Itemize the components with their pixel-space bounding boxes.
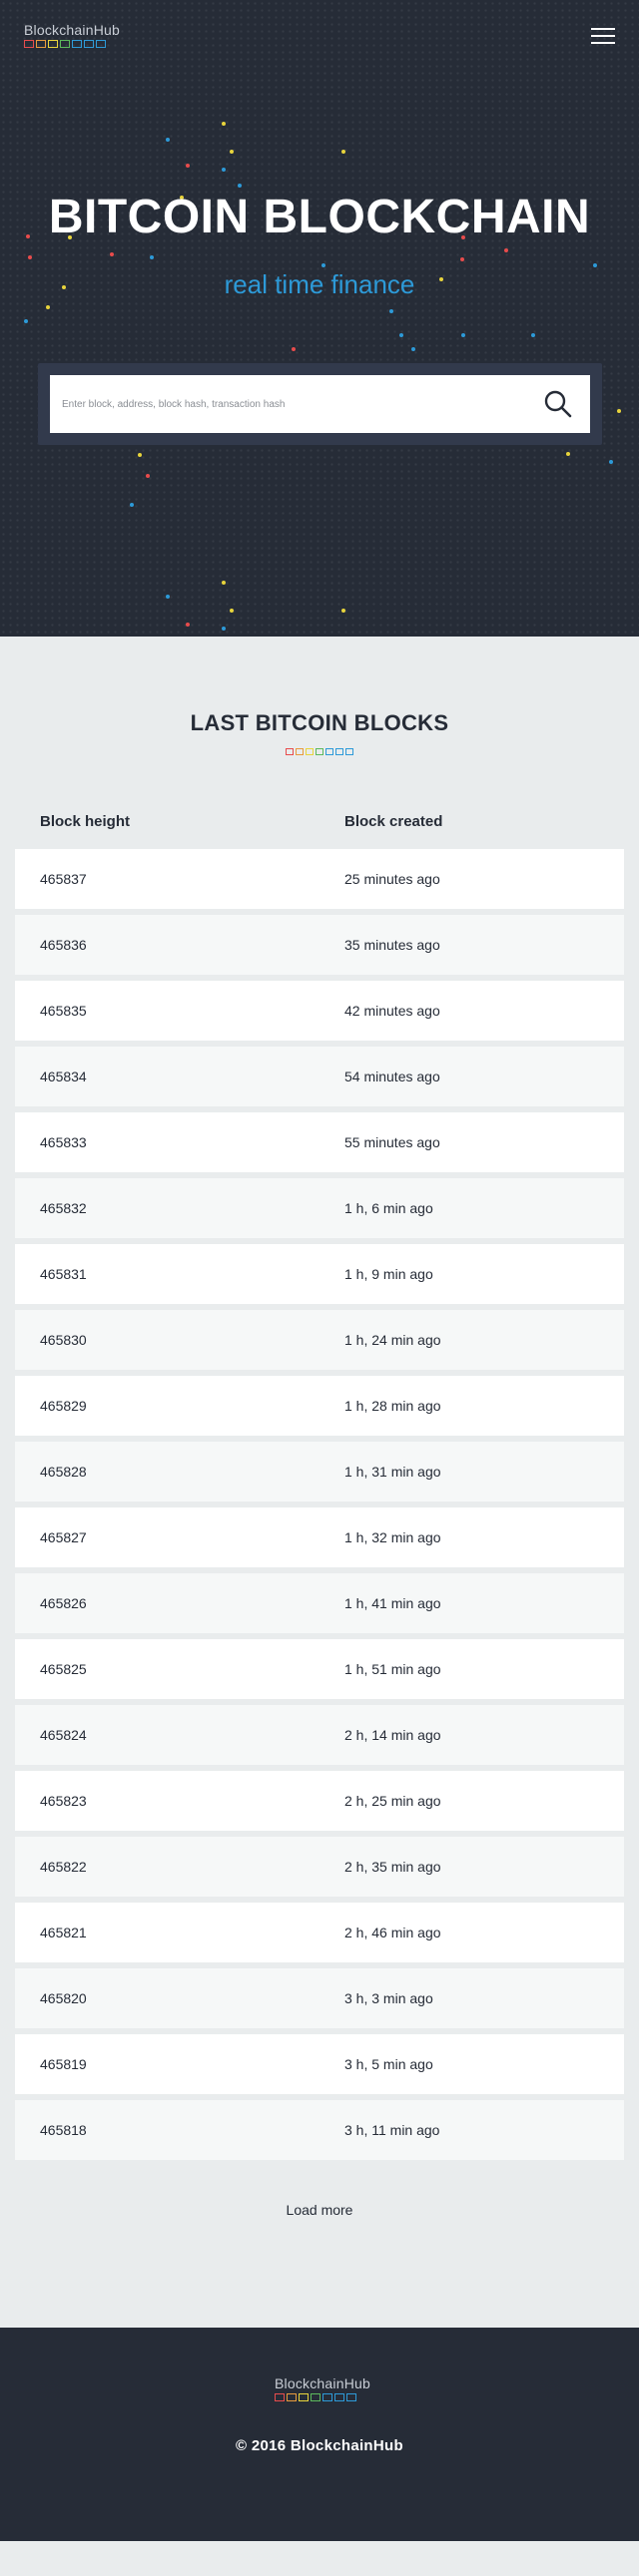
section-blocks-icon <box>0 748 639 755</box>
table-row[interactable]: 465835 42 minutes ago <box>15 981 624 1041</box>
table-row[interactable]: 465821 2 h, 46 min ago <box>15 1903 624 1962</box>
block-height: 465819 <box>40 2056 87 2072</box>
block-height: 465832 <box>40 1200 87 1216</box>
last-blocks-section: LAST BITCOIN BLOCKS Block height Block c… <box>0 637 639 2328</box>
block-height: 465835 <box>40 1003 87 1019</box>
table-row[interactable]: 465823 2 h, 25 min ago <box>15 1771 624 1831</box>
brand-logo[interactable]: BlockchainHub <box>24 22 120 48</box>
hero-title: BITCOIN BLOCKCHAIN <box>48 191 591 243</box>
search-box <box>50 375 590 433</box>
table-row[interactable]: 465818 3 h, 11 min ago <box>15 2100 624 2160</box>
block-created: 2 h, 25 min ago <box>344 1793 441 1809</box>
table-row[interactable]: 465828 1 h, 31 min ago <box>15 1442 624 1502</box>
block-created: 55 minutes ago <box>344 1134 440 1150</box>
block-height: 465831 <box>40 1266 87 1282</box>
table-row[interactable]: 465824 2 h, 14 min ago <box>15 1705 624 1765</box>
table-row[interactable]: 465825 1 h, 51 min ago <box>15 1639 624 1699</box>
block-created: 3 h, 3 min ago <box>344 1990 433 2006</box>
block-created: 2 h, 14 min ago <box>344 1727 441 1743</box>
block-height: 465836 <box>40 937 87 953</box>
table-row[interactable]: 465827 1 h, 32 min ago <box>15 1507 624 1567</box>
table-row[interactable]: 465830 1 h, 24 min ago <box>15 1310 624 1370</box>
block-height: 465821 <box>40 1925 87 1940</box>
block-height: 465825 <box>40 1661 87 1677</box>
block-height: 465822 <box>40 1859 87 1875</box>
block-created: 2 h, 46 min ago <box>344 1925 441 1940</box>
block-height: 465829 <box>40 1398 87 1414</box>
hero-subtitle: real time finance <box>224 269 415 299</box>
block-created: 1 h, 6 min ago <box>344 1200 433 1216</box>
table-row[interactable]: 465826 1 h, 41 min ago <box>15 1573 624 1633</box>
block-created: 1 h, 41 min ago <box>344 1595 441 1611</box>
table-row[interactable]: 465837 25 minutes ago <box>15 849 624 909</box>
block-created: 1 h, 9 min ago <box>344 1266 433 1282</box>
table-row[interactable]: 465822 2 h, 35 min ago <box>15 1837 624 1897</box>
footer-logo-text: BlockchainHub <box>275 2375 370 2391</box>
table-row[interactable]: 465836 35 minutes ago <box>15 915 624 975</box>
block-created: 1 h, 28 min ago <box>344 1398 441 1414</box>
column-header-height: Block height <box>40 813 131 830</box>
logo-blocks-icon <box>24 40 120 48</box>
block-created: 3 h, 5 min ago <box>344 2056 433 2072</box>
network-nodes <box>24 122 621 631</box>
table-row[interactable]: 465834 54 minutes ago <box>15 1047 624 1106</box>
block-created: 1 h, 32 min ago <box>344 1529 441 1545</box>
load-more-link[interactable]: Load more <box>260 2202 379 2218</box>
table-row[interactable]: 465820 3 h, 3 min ago <box>15 1968 624 2028</box>
section-title: LAST BITCOIN BLOCKS <box>190 710 449 735</box>
block-created: 25 minutes ago <box>344 871 440 887</box>
table-row[interactable]: 465833 55 minutes ago <box>15 1112 624 1172</box>
footer-logo[interactable]: BlockchainHub <box>275 2375 370 2401</box>
block-created: 42 minutes ago <box>344 1003 440 1019</box>
block-created: 1 h, 51 min ago <box>344 1661 441 1677</box>
block-height: 465827 <box>40 1529 87 1545</box>
search-input[interactable] <box>50 375 529 433</box>
search-frame <box>38 363 602 445</box>
block-height: 465828 <box>40 1464 87 1480</box>
block-height: 465820 <box>40 1990 87 2006</box>
block-height: 465824 <box>40 1727 87 1743</box>
block-height: 465834 <box>40 1069 87 1084</box>
block-height: 465818 <box>40 2122 87 2138</box>
block-height: 465826 <box>40 1595 87 1611</box>
table-header: Block height Block created <box>0 813 639 843</box>
block-height: 465833 <box>40 1134 87 1150</box>
hero-section: BlockchainHub BITCOIN BLOCKCHAIN real ti… <box>0 0 639 637</box>
logo-text: BlockchainHub <box>24 22 120 38</box>
block-created: 3 h, 11 min ago <box>344 2122 440 2138</box>
column-header-created: Block created <box>344 813 443 830</box>
block-created: 54 minutes ago <box>344 1069 440 1084</box>
copyright-text: © 2016 BlockchainHub <box>236 2437 403 2454</box>
block-height: 465830 <box>40 1332 87 1348</box>
block-created: 2 h, 35 min ago <box>344 1859 441 1875</box>
block-created: 1 h, 31 min ago <box>344 1464 441 1480</box>
search-icon[interactable] <box>544 390 572 418</box>
table-row[interactable]: 465832 1 h, 6 min ago <box>15 1178 624 1238</box>
table-row[interactable]: 465831 1 h, 9 min ago <box>15 1244 624 1304</box>
table-row[interactable]: 465819 3 h, 5 min ago <box>15 2034 624 2094</box>
hamburger-menu-icon[interactable] <box>591 28 615 46</box>
footer: BlockchainHub © 2016 BlockchainHub <box>0 2328 639 2541</box>
block-created: 1 h, 24 min ago <box>344 1332 441 1348</box>
table-row[interactable]: 465829 1 h, 28 min ago <box>15 1376 624 1436</box>
footer-logo-blocks-icon <box>275 2393 370 2401</box>
block-height: 465823 <box>40 1793 87 1809</box>
blocks-table: 465837 25 minutes ago 465836 35 minutes ag… <box>0 849 639 2160</box>
block-height: 465837 <box>40 871 87 887</box>
block-created: 35 minutes ago <box>344 937 440 953</box>
